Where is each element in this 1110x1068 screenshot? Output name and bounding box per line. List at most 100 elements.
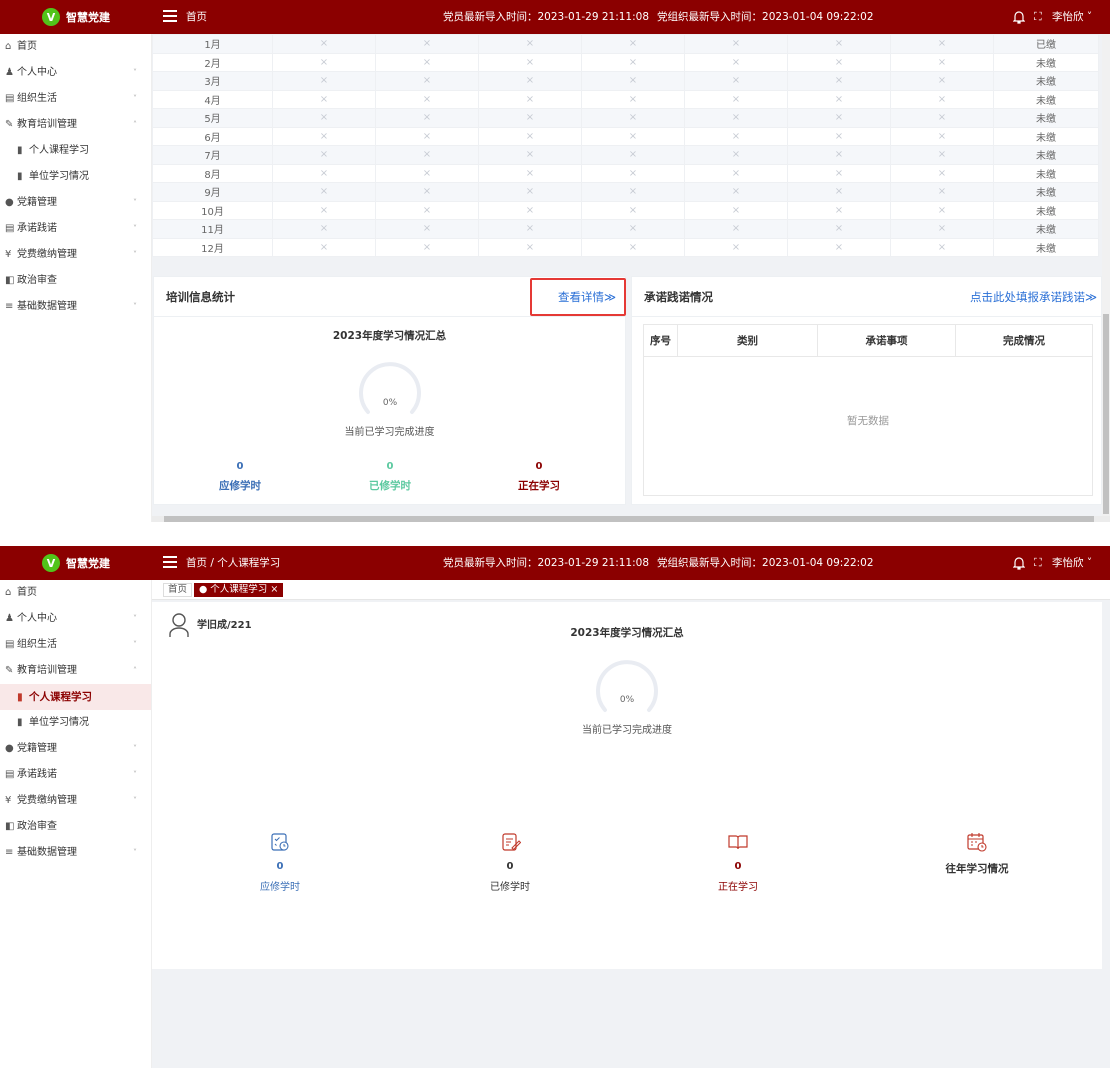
menu-toggle-icon[interactable] [163,10,177,22]
study-summary-card: 学旧成/221 2023年度学习情况汇总 0% 当前已学习完成进度 0 应修学时… [152,602,1102,969]
bell-icon[interactable] [1013,10,1025,24]
list-icon: ≡ [5,847,14,858]
app-logo[interactable]: V 智慧党建 [0,0,152,34]
sidebar-item-badge[interactable]: ● 党籍管理 ˅ [0,736,151,762]
user-menu[interactable]: 李怡欣 ˅ [1052,546,1092,580]
logo-icon: V [42,554,60,572]
sidebar-item-doc[interactable]: ▤ 承诺践诺 ˅ [0,762,151,788]
col-item[interactable]: 承诺事项 [818,325,956,356]
person-icon: ♟ [5,613,14,624]
book-icon: ▮ [17,691,23,703]
empty-cell: × [684,34,788,54]
sidebar-item-label: 个人中心 [17,67,57,78]
payment-status-cell: 未缴 [993,52,1099,72]
breadcrumb[interactable]: 首页 / 个人课程学习 [186,546,280,580]
breadcrumb[interactable]: 首页 [186,0,207,34]
payment-status-cell: 未缴 [993,237,1099,257]
empty-cell: × [478,52,582,72]
table-row: 2月 × × × × × × × 未缴 [152,52,1099,72]
open-book-icon [728,835,748,850]
col-index[interactable]: 序号 [644,325,678,356]
sidebar-item-list[interactable]: ≡ 基础数据管理 ˅ [0,294,151,320]
empty-cell: × [890,126,994,146]
user-menu[interactable]: 李怡欣 ˅ [1052,0,1092,34]
home-icon: ⌂ [5,41,12,52]
col-status[interactable]: 完成情况 [956,325,1092,356]
required-hours-label[interactable]: 应修学时 [190,478,290,493]
sidebar-item-badge[interactable]: ● 党籍管理 ˅ [0,190,151,216]
sidebar-item-edit[interactable]: ✎ 教育培训管理 ˄ [0,112,151,138]
sidebar-item-review[interactable]: ◧ 政治审查 [0,814,151,840]
scroll-thumb[interactable] [1103,314,1109,514]
sidebar-item-label: 承诺践诺 [17,769,57,780]
sidebar-item-folder[interactable]: ▤ 组织生活 ˅ [0,86,151,112]
sidebar-item-person[interactable]: ♟ 个人中心 ˅ [0,60,151,86]
tab-home[interactable]: 首页 [163,583,193,597]
fullscreen-icon[interactable]: ⛶ [1034,546,1042,580]
empty-cell: × [684,163,788,183]
payment-status-cell: 未缴 [993,182,1099,202]
person-icon: ♟ [5,67,14,78]
sidebar-item-review[interactable]: ◧ 政治审查 [0,268,151,294]
col-category[interactable]: 类别 [678,325,818,356]
sidebar-item-folder[interactable]: ▤ 组织生活 ˅ [0,632,151,658]
bar-chart-icon: ▮ [17,171,23,182]
menu-toggle-icon[interactable] [163,556,177,568]
progress-label: 当前已学习完成进度 [582,725,672,736]
empty-cell: × [787,52,891,72]
sidebar-item-book[interactable]: ▮ 个人课程学习 [0,138,151,164]
vertical-scrollbar[interactable] [1102,34,1110,516]
review-icon: ◧ [5,821,15,832]
table-row: 8月 × × × × × × × 未缴 [152,163,1099,183]
sidebar-item-home[interactable]: ⌂ 首页 [0,34,151,60]
bell-icon[interactable] [1013,556,1025,570]
home-icon: ⌂ [5,587,12,598]
empty-cell: × [684,182,788,202]
progress-label: 当前已学习完成进度 [344,427,435,438]
payment-status-cell: 未缴 [993,126,1099,146]
payment-status-cell: 未缴 [993,219,1099,239]
app-logo[interactable]: V 智慧党建 [0,546,152,580]
completed-hours-label[interactable]: 已修学时 [460,878,560,893]
sidebar-item-yen[interactable]: ¥ 党费缴纳管理 ˅ [0,788,151,814]
chevron-icon: ˅ [133,770,137,779]
history-study-label[interactable]: 往年学习情况 [927,861,1027,876]
sidebar-item-list[interactable]: ≡ 基础数据管理 ˅ [0,840,151,866]
required-hours-label[interactable]: 应修学时 [230,878,330,893]
chevron-icon: ˄ [133,120,137,129]
book-icon: ▮ [17,145,23,156]
empty-cell: × [581,34,685,54]
sidebar-item-doc[interactable]: ▤ 承诺践诺 ˅ [0,216,151,242]
report-pledge-link[interactable]: 点击此处填报承诺践诺≫ [970,277,1097,317]
org-import-time: 党组织最新导入时间：2023-01-04 09:22:02 [657,11,874,23]
empty-cell: × [684,52,788,72]
empty-cell: × [272,219,376,239]
empty-cell: × [272,200,376,220]
empty-cell: × [375,182,479,202]
sidebar-item-label: 党籍管理 [17,743,57,754]
empty-cell: × [684,108,788,128]
user-name: 李怡欣 [1052,11,1084,23]
in-progress-value: 0 [535,461,543,472]
sidebar-item-bar-chart[interactable]: ▮ 单位学习情况 [0,164,151,190]
month-cell: 6月 [152,126,273,146]
sidebar-item-yen[interactable]: ¥ 党费缴纳管理 ˅ [0,242,151,268]
calendar-history-icon[interactable] [967,832,987,852]
sidebar-item-home[interactable]: ⌂ 首页 [0,580,151,606]
completed-hours-label[interactable]: 已修学时 [340,478,440,493]
sidebar-item-person[interactable]: ♟ 个人中心 ˅ [0,606,151,632]
sidebar-item-book[interactable]: ▮ 个人课程学习 [0,684,151,710]
sidebar-item-label: 承诺践诺 [17,223,57,234]
in-progress-label[interactable]: 正在学习 [688,878,788,893]
empty-cell: × [890,34,994,54]
bar-chart-icon: ▮ [17,717,23,728]
sidebar-item-edit[interactable]: ✎ 教育培训管理 ˄ [0,658,151,684]
screenshot-home: V 智慧党建 首页 党员最新导入时间：2023-01-29 21:11:08 党组… [0,0,1110,522]
empty-cell: × [787,182,891,202]
sidebar-item-bar-chart[interactable]: ▮ 单位学习情况 [0,710,151,736]
in-progress-label[interactable]: 正在学习 [489,478,589,493]
fullscreen-icon[interactable]: ⛶ [1034,0,1042,34]
tab-course-study[interactable]: ● 个人课程学习 × [194,583,284,597]
empty-cell: × [272,237,376,257]
list-icon: ≡ [5,301,14,312]
